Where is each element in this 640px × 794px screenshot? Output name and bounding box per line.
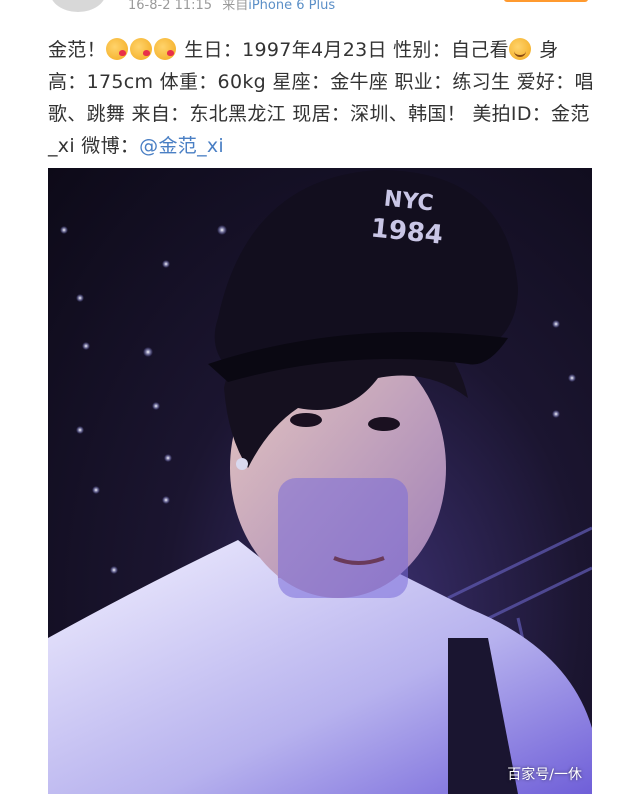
watermark: 百家号/一休 bbox=[507, 767, 582, 783]
post-text-segment: 金范！ bbox=[48, 39, 106, 61]
light-reflection bbox=[278, 478, 408, 598]
avatar[interactable] bbox=[50, 0, 106, 12]
earring bbox=[236, 458, 248, 470]
post-text-segment: 生日：1997年4月23日 性别：自己看 bbox=[177, 39, 509, 61]
mention-link[interactable]: @金范_xi bbox=[139, 135, 224, 157]
kiss-emoji-icon bbox=[105, 38, 128, 60]
post-body: 金范！ 生日：1997年4月23日 性别：自己看 身高：175cm 体重：60k… bbox=[48, 34, 596, 162]
kiss-emoji-icon bbox=[129, 38, 152, 60]
post-meta: 16-8-2 11:15 来自iPhone 6 Plus bbox=[128, 0, 335, 13]
left-eye bbox=[290, 413, 322, 427]
kiss-emoji-icon bbox=[153, 38, 176, 60]
post-timestamp: 16-8-2 11:15 bbox=[128, 0, 213, 13]
post-photo[interactable]: NYC 1984 百家号/一休 bbox=[48, 168, 592, 794]
photo-illustration: NYC 1984 bbox=[48, 170, 592, 794]
post-source-prefix: 来自 bbox=[222, 0, 249, 13]
follow-button[interactable] bbox=[504, 0, 588, 2]
post-header: 16-8-2 11:15 来自iPhone 6 Plus bbox=[0, 0, 640, 22]
right-eye bbox=[368, 417, 400, 431]
blush-emoji-icon bbox=[508, 38, 531, 60]
cap-text-line1: NYC bbox=[383, 187, 435, 217]
post-source-device[interactable]: iPhone 6 Plus bbox=[248, 0, 335, 13]
